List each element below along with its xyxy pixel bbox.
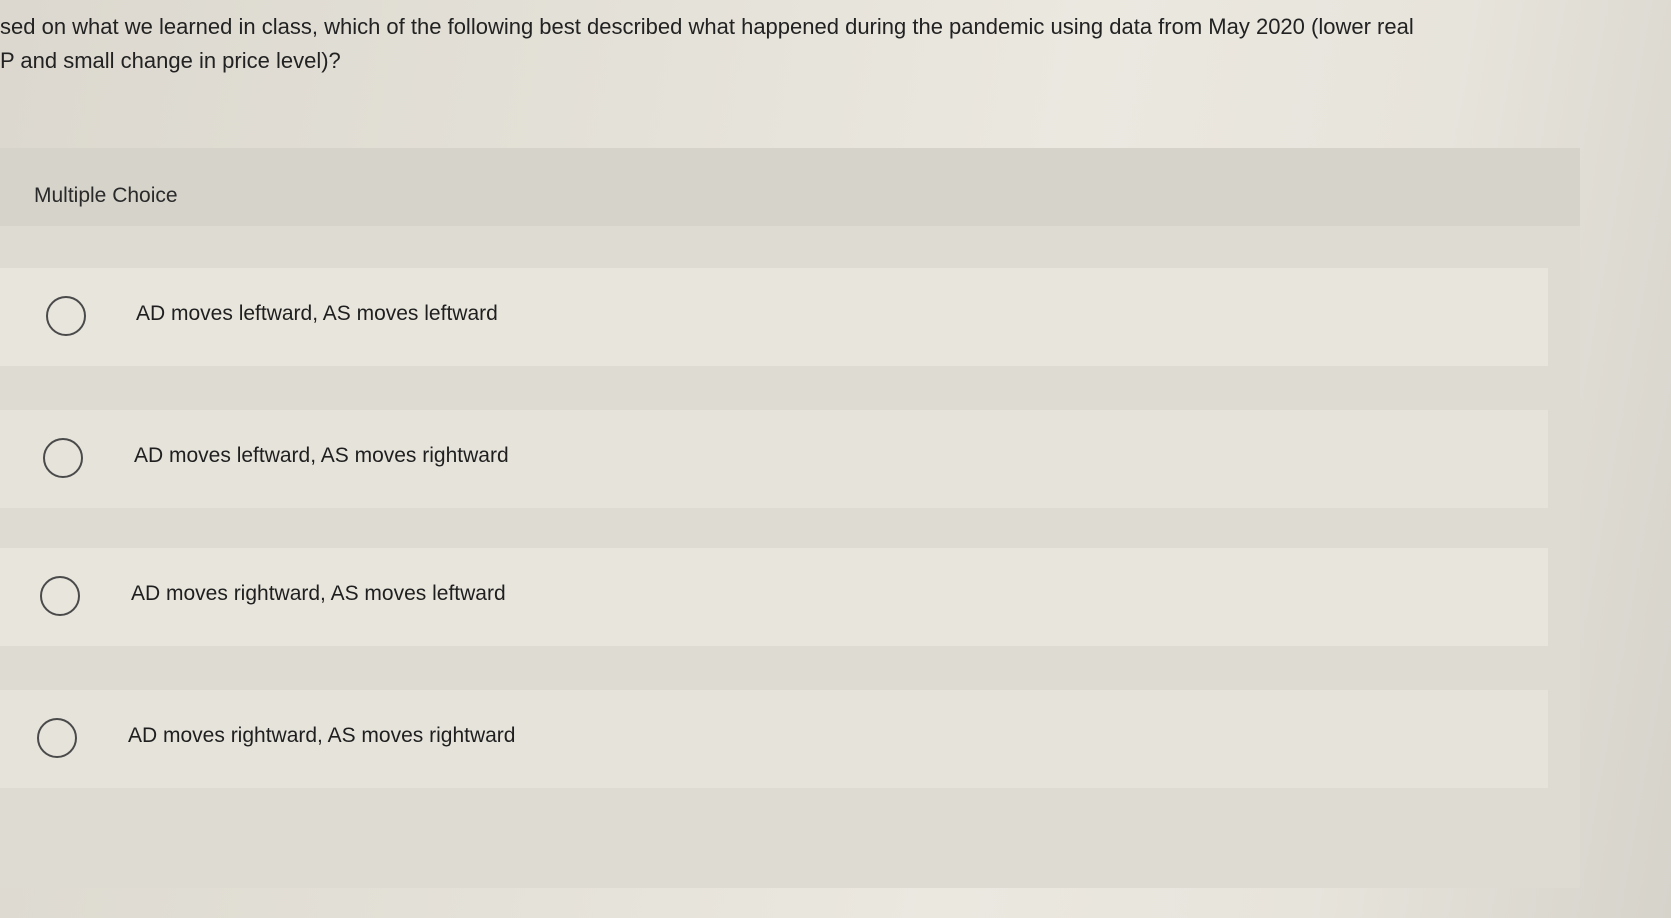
answer-option-3[interactable]: AD moves rightward, AS moves leftward (0, 548, 1548, 646)
radio-button[interactable] (43, 438, 83, 478)
question-line-1: sed on what we learned in class, which o… (0, 14, 1414, 39)
panel-header: Multiple Choice (0, 148, 1580, 226)
option-label: AD moves leftward, AS moves rightward (134, 444, 509, 467)
radio-button[interactable] (40, 576, 80, 616)
question-text: sed on what we learned in class, which o… (0, 10, 1600, 78)
option-label: AD moves rightward, AS moves leftward (131, 582, 506, 605)
answer-option-4[interactable]: AD moves rightward, AS moves rightward (0, 690, 1548, 788)
answer-option-2[interactable]: AD moves leftward, AS moves rightward (0, 410, 1548, 508)
option-label: AD moves leftward, AS moves leftward (136, 302, 498, 325)
radio-button[interactable] (37, 718, 77, 758)
answer-option-1[interactable]: AD moves leftward, AS moves leftward (0, 268, 1548, 366)
answer-panel: Multiple Choice AD moves leftward, AS mo… (0, 148, 1580, 888)
option-label: AD moves rightward, AS moves rightward (128, 724, 516, 747)
question-line-2: P and small change in price level)? (0, 48, 341, 73)
radio-button[interactable] (46, 296, 86, 336)
question-type-label: Multiple Choice (34, 184, 178, 207)
